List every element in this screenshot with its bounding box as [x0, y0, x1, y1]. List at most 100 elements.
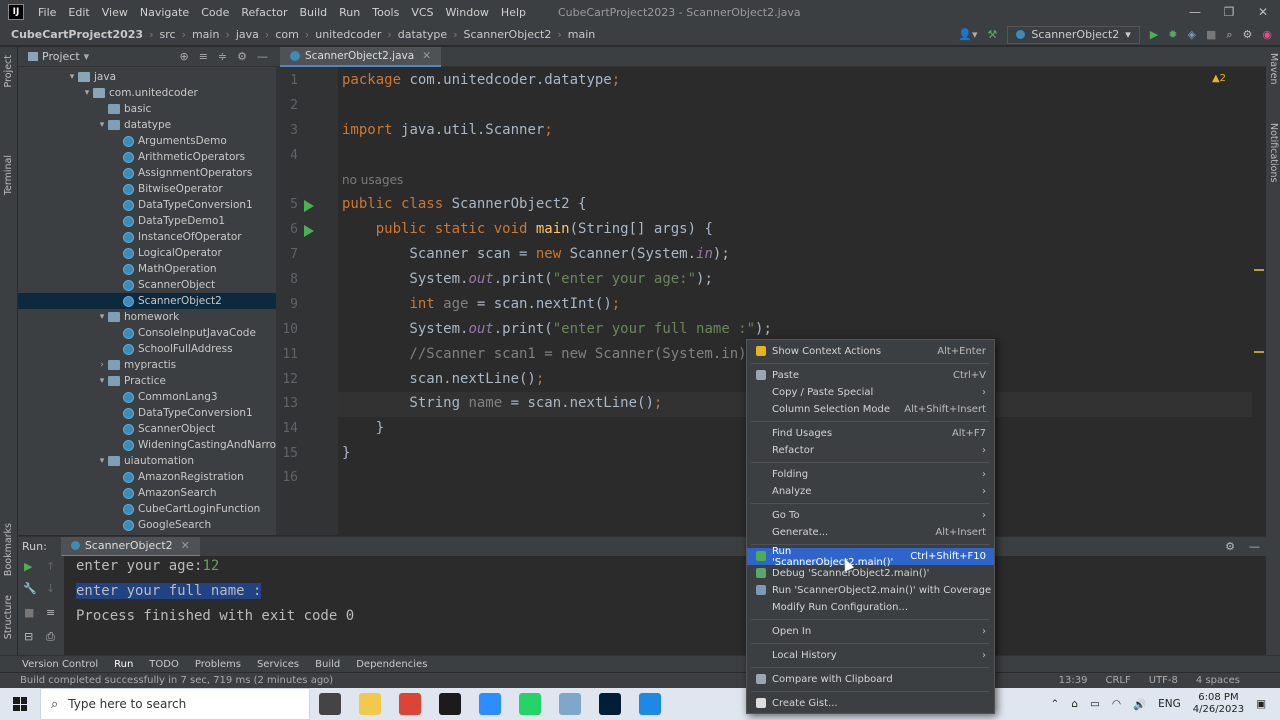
notification-center-icon[interactable]: ▣: [1256, 698, 1266, 710]
context-menu-item[interactable]: Go To ›: [747, 507, 994, 524]
menu-file[interactable]: File: [32, 6, 62, 19]
context-menu-item[interactable]: Generate... Alt+Insert: [747, 524, 994, 541]
maven-tool-button[interactable]: Maven: [1268, 53, 1279, 85]
tree-item[interactable]: CubeCartLoginFunction: [18, 501, 260, 517]
tree-item[interactable]: LogicalOperator: [18, 245, 222, 261]
file-encoding[interactable]: UTF-8: [1149, 675, 1178, 686]
run-tab-scannerobject2[interactable]: ScannerObject2 ✕: [60, 536, 200, 557]
clock[interactable]: 6:08 PM 4/26/2023: [1193, 692, 1244, 716]
breadcrumb-item[interactable]: ScannerObject2: [461, 28, 555, 41]
chevron-down-icon[interactable]: ▾: [96, 376, 108, 386]
context-menu-item[interactable]: Local History ›: [747, 647, 994, 664]
code-line[interactable]: String name = scan.nextLine();: [342, 395, 662, 411]
project-tool-button[interactable]: Project: [3, 55, 14, 88]
no-usages-hint[interactable]: no usages: [342, 173, 403, 187]
context-menu-item[interactable]: Find Usages Alt+F7: [747, 425, 994, 442]
menu-run[interactable]: Run: [333, 6, 366, 19]
menu-vcs[interactable]: VCS: [405, 6, 439, 19]
soft-wrap-icon[interactable]: ≡: [46, 606, 55, 619]
indent-setting[interactable]: 4 spaces: [1196, 675, 1240, 686]
menu-view[interactable]: View: [96, 6, 134, 19]
wifi-icon[interactable]: ◠: [1112, 698, 1121, 710]
tree-item[interactable]: ScannerObject: [18, 421, 215, 437]
menu-tools[interactable]: Tools: [366, 6, 405, 19]
code-line[interactable]: }: [342, 420, 384, 436]
close-tab-icon[interactable]: ✕: [181, 539, 190, 552]
print-icon[interactable]: ⎙: [46, 630, 55, 644]
code-line[interactable]: package com.unitedcoder.datatype;: [342, 72, 620, 88]
taskbar-search-box[interactable]: ⌕ Type here to search: [40, 688, 310, 720]
chevron-down-icon[interactable]: ▾: [81, 88, 93, 98]
context-menu-item[interactable]: Refactor ›: [747, 442, 994, 459]
chevron-right-icon[interactable]: ›: [96, 360, 108, 370]
wrench-icon[interactable]: 🔧: [23, 582, 37, 595]
breadcrumb-item[interactable]: java: [233, 28, 262, 41]
tree-item[interactable]: ▾ homework: [18, 309, 179, 325]
code-line[interactable]: public class ScannerObject2 {: [342, 196, 586, 212]
scroll-down-icon[interactable]: ↓: [46, 582, 55, 595]
code-line[interactable]: int age = scan.nextInt();: [342, 296, 620, 312]
menu-edit[interactable]: Edit: [62, 6, 95, 19]
context-menu-item[interactable]: Create Gist...: [747, 695, 994, 712]
code-line[interactable]: public static void main(String[] args) {: [342, 221, 713, 237]
coverage-icon[interactable]: ◈: [1187, 28, 1195, 41]
run-console[interactable]: enter your age:12 enter your full name :…: [64, 556, 1266, 655]
context-menu-item[interactable]: Column Selection Mode Alt+Shift+Insert: [747, 401, 994, 418]
intellij-icon[interactable]: [439, 693, 461, 715]
editor-tab-scannerobject2[interactable]: ScannerObject2.java ✕: [280, 47, 441, 67]
stop-icon[interactable]: ■: [1206, 28, 1216, 41]
network-icon[interactable]: ⌂: [1071, 698, 1078, 710]
expand-all-icon[interactable]: ≑: [218, 50, 227, 63]
tree-item[interactable]: ▾ Practice: [18, 373, 166, 389]
app-icon[interactable]: [639, 693, 661, 715]
battery-icon[interactable]: ▭: [1090, 698, 1100, 710]
file-explorer-icon[interactable]: [359, 693, 381, 715]
chevron-down-icon[interactable]: ▾: [96, 120, 108, 130]
chevron-up-icon[interactable]: ⌃: [1051, 698, 1060, 710]
start-button[interactable]: [0, 688, 40, 720]
breadcrumb-item[interactable]: unitedcoder: [312, 28, 384, 41]
status-message[interactable]: Build completed successfully in 7 sec, 7…: [20, 675, 333, 686]
tree-item[interactable]: AssignmentOperators: [18, 165, 252, 181]
close-button[interactable]: ✕: [1246, 5, 1280, 19]
breadcrumb-item[interactable]: com: [272, 28, 302, 41]
tree-item[interactable]: AmazonSearch: [18, 485, 217, 501]
tree-item[interactable]: AmazonRegistration: [18, 469, 244, 485]
tool-window-version-control[interactable]: Version Control: [22, 659, 98, 670]
context-menu-item[interactable]: Show Context Actions Alt+Enter: [747, 343, 994, 360]
tree-item[interactable]: CommonLang3: [18, 389, 218, 405]
tree-item[interactable]: InstanceOfOperator: [18, 229, 242, 245]
close-tab-icon[interactable]: ✕: [422, 50, 431, 62]
code-line[interactable]: }: [342, 445, 350, 461]
code-line[interactable]: System.out.print("enter your age:");: [342, 271, 712, 287]
gear-icon[interactable]: ⚙: [237, 50, 247, 63]
context-menu-item[interactable]: Analyze ›: [747, 483, 994, 500]
warnings-indicator[interactable]: ▲2: [1212, 73, 1226, 84]
terminal-tool-button[interactable]: Terminal: [3, 155, 14, 195]
breadcrumb-item[interactable]: CubeCartProject2023: [8, 28, 146, 41]
bookmarks-tool-button[interactable]: Bookmarks: [3, 523, 14, 576]
run-gutter-icon[interactable]: [304, 200, 314, 212]
editor-scrollbar[interactable]: [1252, 67, 1266, 535]
context-menu-item[interactable]: Debug 'ScannerObject2.main()': [747, 565, 994, 582]
structure-tool-button[interactable]: Structure: [3, 595, 14, 639]
tree-item[interactable]: ▾ java: [18, 69, 116, 85]
maximize-button[interactable]: ❐: [1212, 5, 1246, 19]
breadcrumb-item[interactable]: main: [189, 28, 222, 41]
context-menu-item[interactable]: Modify Run Configuration...: [747, 599, 994, 616]
volume-icon[interactable]: 🔊: [1133, 698, 1146, 711]
language-indicator[interactable]: ENG: [1158, 698, 1181, 710]
context-menu-item[interactable]: Paste Ctrl+V: [747, 367, 994, 384]
build-hammer-icon[interactable]: ⚒: [988, 28, 998, 41]
code-line[interactable]: scan.nextLine();: [342, 371, 544, 387]
scroll-up-icon[interactable]: ↑: [46, 560, 55, 573]
code-line[interactable]: System.out.print("enter your full name :…: [342, 321, 771, 337]
tool-icon[interactable]: [559, 693, 581, 715]
tool-window-services[interactable]: Services: [257, 659, 299, 670]
breadcrumb-item[interactable]: datatype: [395, 28, 450, 41]
gear-icon[interactable]: ⚙: [1225, 540, 1235, 553]
menu-refactor[interactable]: Refactor: [235, 6, 293, 19]
tree-item[interactable]: DataTypeDemo1: [18, 213, 225, 229]
notifications-tool-button[interactable]: Notifications: [1268, 123, 1279, 182]
search-icon[interactable]: ⌕: [1226, 28, 1232, 42]
